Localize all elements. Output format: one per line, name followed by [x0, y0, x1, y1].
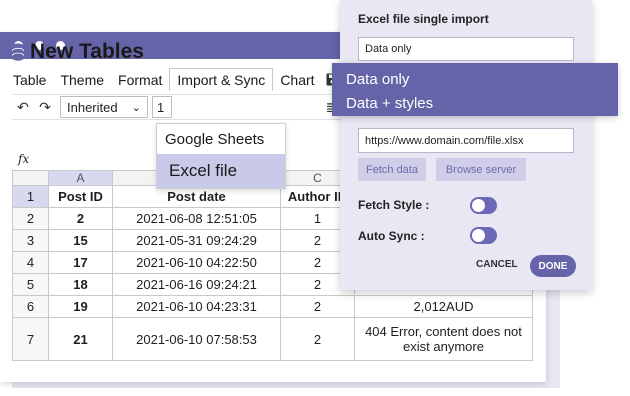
size-select-value: 1	[157, 99, 165, 115]
file-url-value: https://www.domain.com/file.xlsx	[365, 134, 524, 147]
menu-import-sync[interactable]: Import & Sync	[169, 68, 274, 91]
column-header-a[interactable]: A	[48, 170, 113, 186]
toggle-knob	[472, 229, 485, 242]
menu-option-google-sheets[interactable]: Google Sheets	[157, 124, 285, 154]
menu-theme[interactable]: Theme	[53, 69, 111, 91]
cell-post-id[interactable]: 17	[48, 251, 113, 274]
row-header[interactable]: 4	[12, 251, 49, 274]
menu-option-excel-file[interactable]: Excel file	[157, 154, 285, 188]
cell-post-date[interactable]: 2021-06-16 09:24:21	[112, 273, 281, 296]
font-select[interactable]: Inherited ⌄	[60, 96, 148, 118]
formula-icon: fx	[18, 152, 30, 166]
row-header[interactable]: 1	[12, 185, 49, 208]
document-title: New Tables	[12, 40, 144, 64]
chevron-down-icon: ⌄	[131, 101, 141, 114]
browse-server-button[interactable]: Browse server	[436, 158, 526, 181]
cell-post-date[interactable]: 2021-06-10 04:22:50	[112, 251, 281, 274]
menu-chart[interactable]: Chart	[273, 69, 321, 91]
page-title: New Tables	[30, 40, 144, 63]
row-header[interactable]: 5	[12, 273, 49, 296]
cell-post-date[interactable]: 2021-06-10 07:58:53	[112, 317, 281, 361]
undo-icon[interactable]: ↶	[12, 99, 34, 116]
cancel-button[interactable]: CANCEL	[476, 259, 518, 270]
import-mode-value: Data only	[365, 43, 412, 55]
cell-post-id[interactable]: 19	[48, 295, 113, 318]
fetch-style-label: Fetch Style :	[358, 198, 430, 212]
row-header[interactable]: 7	[12, 317, 49, 361]
fetch-style-toggle[interactable]	[470, 197, 497, 214]
dropdown-option-data-styles[interactable]: Data + styles	[332, 91, 618, 115]
row-header[interactable]: 3	[12, 229, 49, 252]
cell-header-post-id[interactable]: Post ID	[48, 185, 113, 208]
cell-post-id[interactable]: 15	[48, 229, 113, 252]
dialog-title: Excel file single import	[358, 12, 489, 26]
font-select-value: Inherited	[67, 99, 118, 115]
cell-price[interactable]: 2,012AUD	[354, 295, 533, 318]
cell-post-date[interactable]: 2021-05-31 09:24:29	[112, 229, 281, 252]
cell-post-id[interactable]: 2	[48, 207, 113, 230]
auto-sync-label: Auto Sync :	[358, 229, 425, 243]
cell-author-id[interactable]: 2	[280, 317, 355, 361]
menu-bar: Table Theme Format Import & Sync Chart	[6, 68, 366, 91]
menu-format[interactable]: Format	[111, 69, 169, 91]
toggle-knob	[472, 199, 485, 212]
cell-post-id[interactable]: 21	[48, 317, 113, 361]
file-url-input[interactable]: https://www.domain.com/file.xlsx	[358, 128, 574, 153]
corner-cell[interactable]	[12, 170, 49, 186]
import-sync-menu: Google Sheets Excel file	[156, 123, 286, 189]
fetch-data-button[interactable]: Fetch data	[358, 158, 426, 181]
row-header[interactable]: 6	[12, 295, 49, 318]
auto-sync-toggle[interactable]	[470, 227, 497, 244]
database-icon	[12, 43, 24, 61]
row-header[interactable]: 2	[12, 207, 49, 230]
import-mode-select[interactable]: Data only	[358, 37, 574, 61]
excel-import-dialog: Excel file single import Data only https…	[340, 0, 592, 290]
cell-post-date[interactable]: 2021-06-10 04:23:31	[112, 295, 281, 318]
size-select[interactable]: 1	[152, 96, 172, 118]
import-mode-dropdown-list: Data only Data + styles	[332, 63, 618, 116]
cell-error[interactable]: 404 Error, content does not exist anymor…	[354, 317, 533, 361]
cell-author-id[interactable]: 2	[280, 295, 355, 318]
cell-post-id[interactable]: 18	[48, 273, 113, 296]
cell-post-date[interactable]: 2021-06-08 12:51:05	[112, 207, 281, 230]
redo-icon[interactable]: ↷	[34, 99, 56, 116]
menu-table[interactable]: Table	[6, 69, 53, 91]
dropdown-option-data-only[interactable]: Data only	[332, 67, 618, 91]
done-button[interactable]: DONE	[530, 255, 576, 277]
